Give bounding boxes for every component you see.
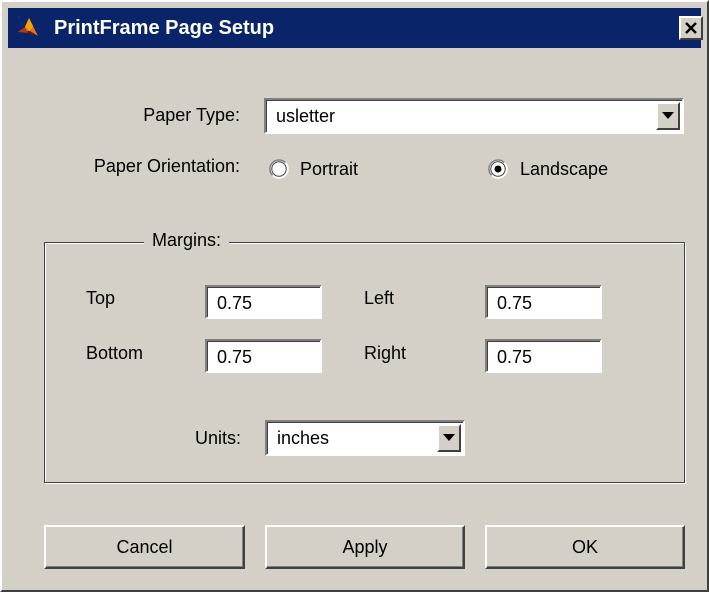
units-value: inches — [277, 428, 330, 448]
right-margin-value: 0.75 — [497, 347, 533, 367]
paper-type-dropdown-button[interactable] — [656, 102, 680, 130]
left-margin-value: 0.75 — [497, 293, 533, 313]
top-margin-input[interactable]: 0.75 — [205, 285, 322, 319]
portrait-radio[interactable] — [269, 159, 289, 179]
close-icon — [685, 22, 697, 34]
ok-button[interactable]: OK — [485, 525, 685, 569]
title-bar[interactable]: PrintFrame Page Setup — [8, 8, 703, 48]
selected-dot — [494, 165, 502, 173]
page-setup-dialog: PrintFrame Page Setup Paper Type: uslett… — [0, 0, 709, 592]
apply-button[interactable]: Apply — [265, 525, 465, 569]
top-margin-value: 0.75 — [217, 293, 253, 313]
top-margin-label: Top — [86, 288, 116, 308]
left-margin-label: Left — [364, 288, 395, 308]
units-dropdown[interactable]: inches — [265, 420, 465, 456]
matlab-membrane-icon — [16, 16, 40, 40]
units-dropdown-button[interactable] — [437, 424, 461, 452]
paper-type-label: Paper Type: — [143, 105, 240, 125]
right-margin-label: Right — [364, 343, 407, 363]
portrait-label[interactable]: Portrait — [300, 159, 358, 180]
paper-type-dropdown[interactable]: usletter — [264, 98, 684, 134]
landscape-label[interactable]: Landscape — [520, 159, 608, 180]
landscape-radio[interactable] — [488, 159, 508, 179]
chevron-down-icon — [443, 434, 455, 441]
close-button[interactable] — [679, 16, 703, 40]
bottom-margin-input[interactable]: 0.75 — [205, 339, 322, 373]
right-margin-input[interactable]: 0.75 — [485, 339, 602, 373]
cancel-button[interactable]: Cancel — [44, 525, 245, 569]
paper-orientation-label: Paper Orientation: — [93, 156, 240, 176]
left-margin-input[interactable]: 0.75 — [485, 285, 602, 319]
window-title: PrintFrame Page Setup — [54, 17, 275, 39]
bottom-margin-label: Bottom — [86, 343, 144, 363]
units-label: Units: — [194, 428, 241, 448]
margins-group-title: Margins: — [144, 230, 230, 251]
chevron-down-icon — [662, 112, 674, 119]
bottom-margin-value: 0.75 — [217, 347, 253, 367]
paper-type-value: usletter — [276, 106, 336, 126]
